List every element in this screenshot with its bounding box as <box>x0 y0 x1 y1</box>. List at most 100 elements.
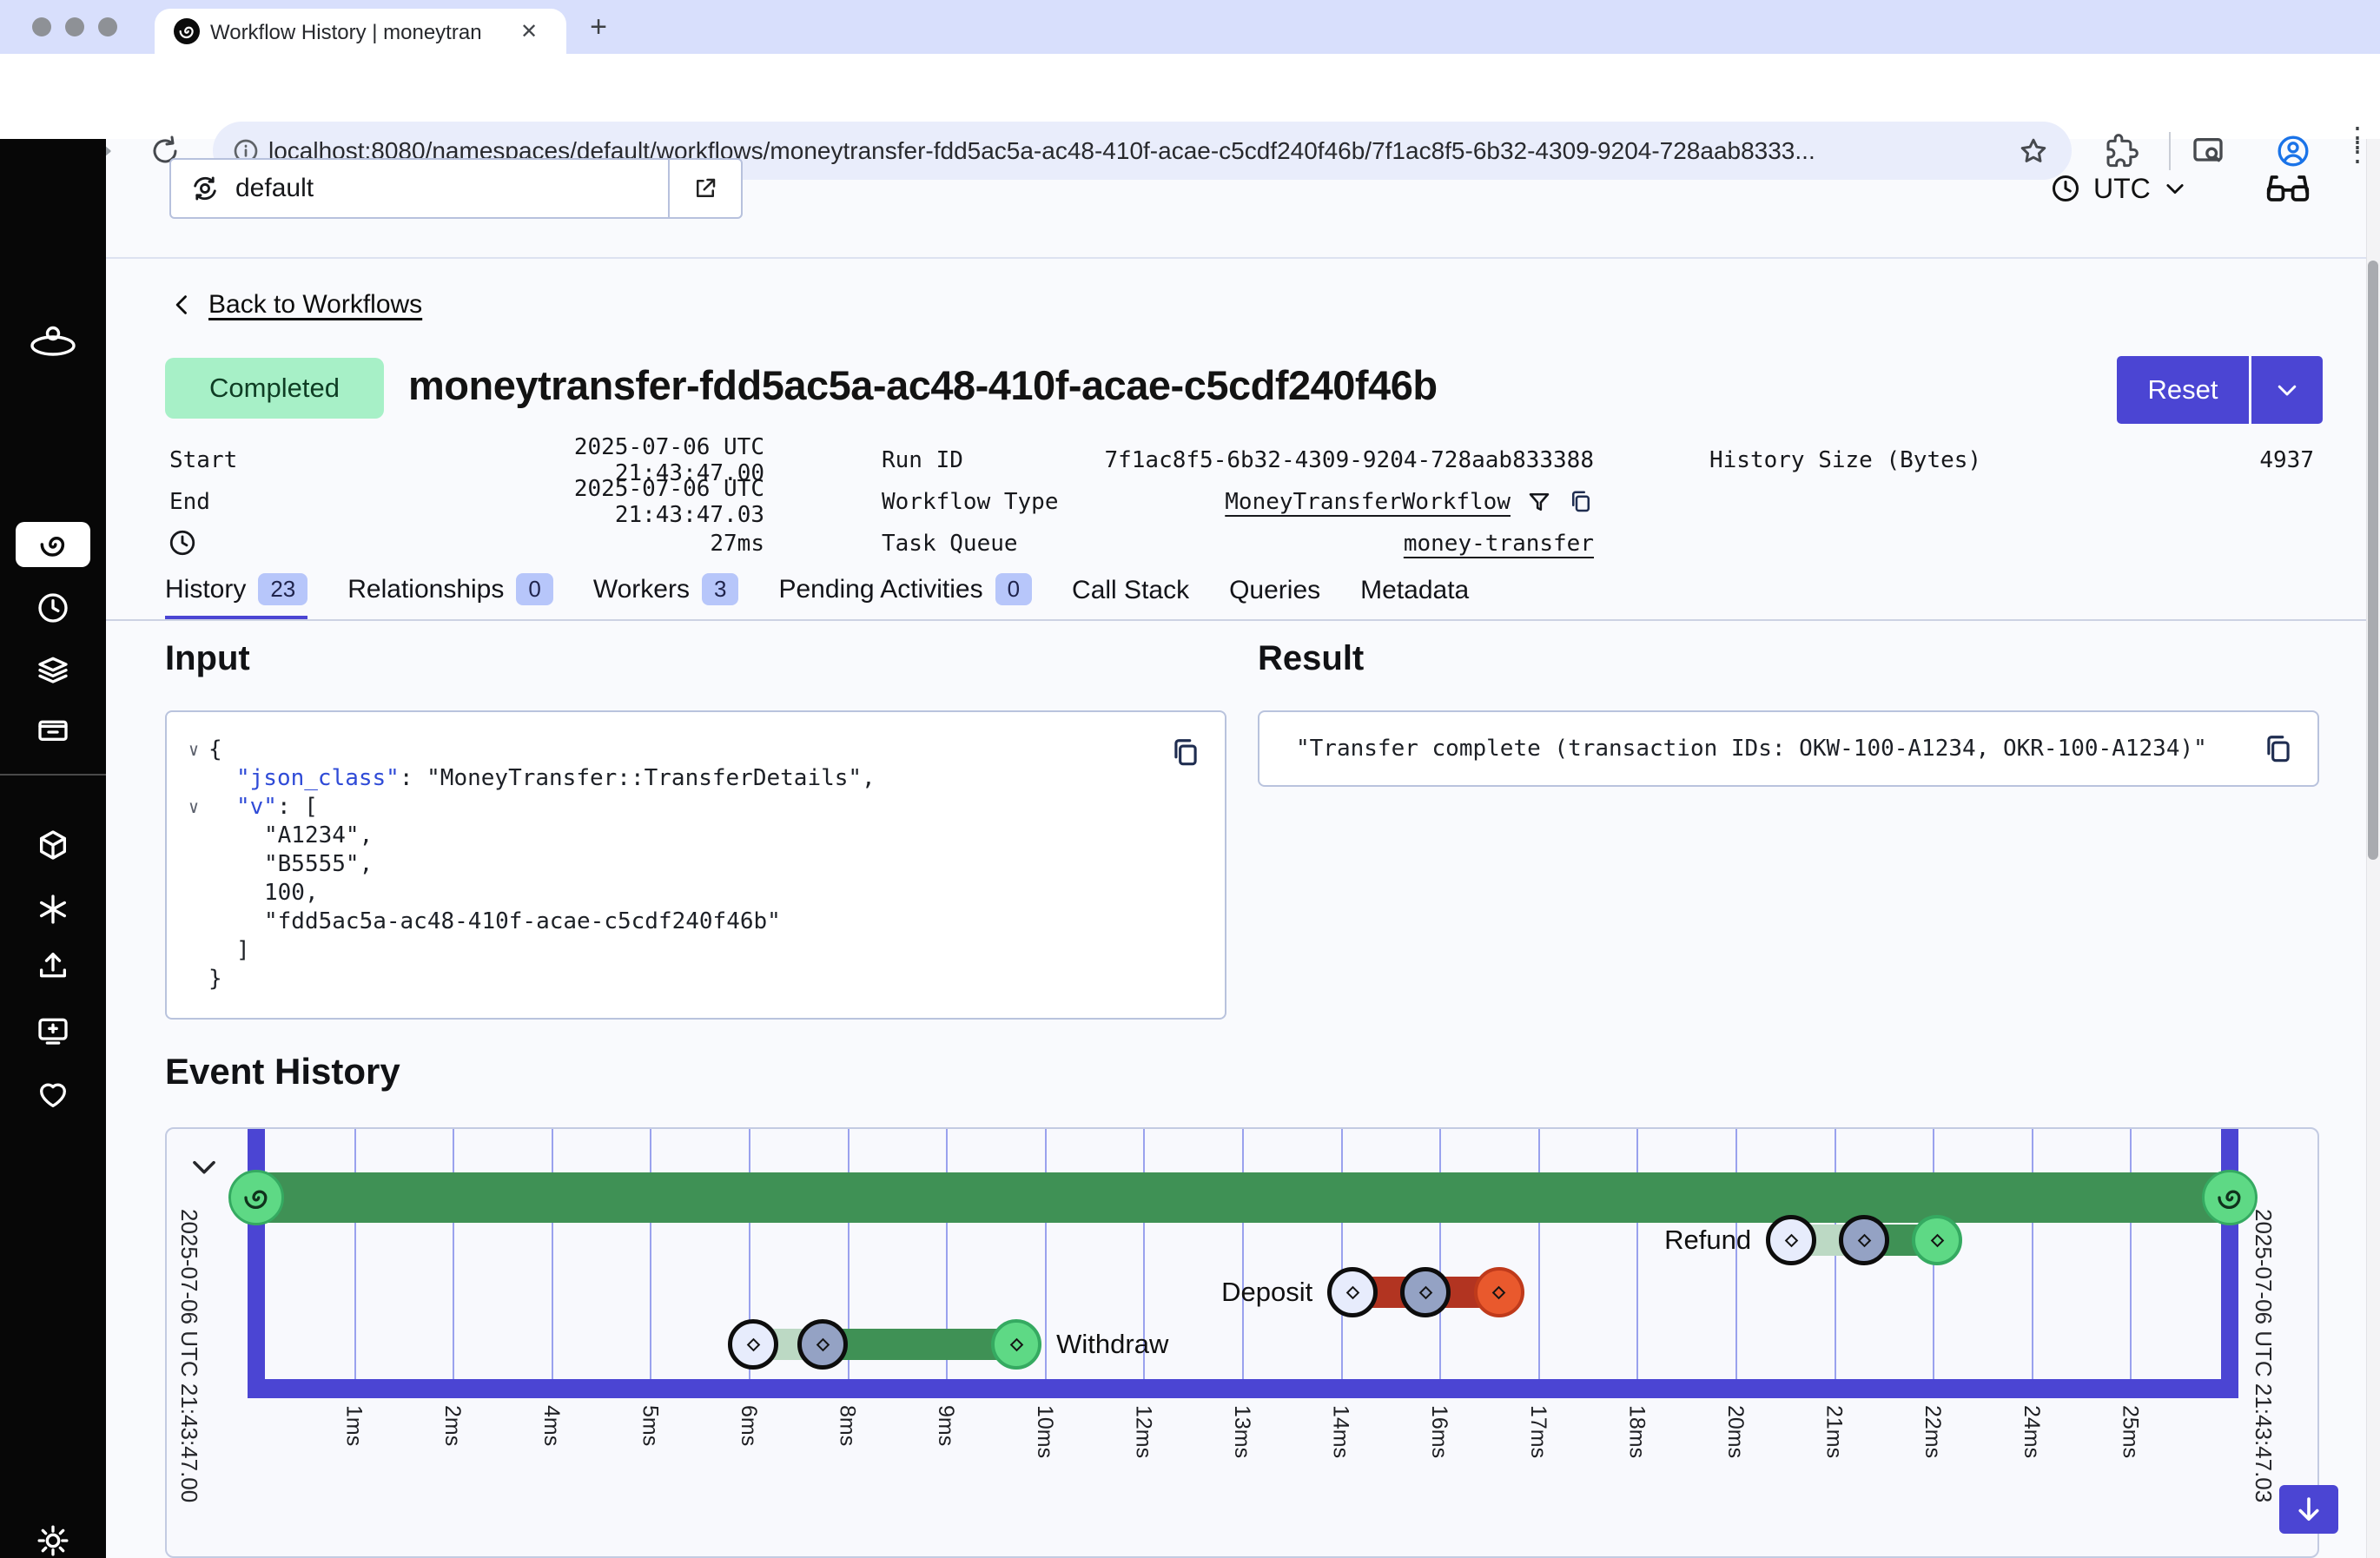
json-line: "A1234", <box>179 821 1164 849</box>
activity-label: Refund <box>1664 1225 1751 1256</box>
bookmark-star-icon[interactable] <box>2018 135 2049 167</box>
page-scrollbar-thumb[interactable] <box>2368 261 2378 860</box>
json-token: "B5555", <box>264 851 373 877</box>
activity-closed-event[interactable] <box>1912 1215 1962 1265</box>
activity-scheduled-event[interactable] <box>1766 1215 1816 1265</box>
tab-call-stack[interactable]: Call Stack <box>1072 576 1189 620</box>
tab-metadata[interactable]: Metadata <box>1360 576 1469 620</box>
extensions-icon[interactable] <box>2104 134 2139 168</box>
tab-queries[interactable]: Queries <box>1229 576 1320 620</box>
reset-button[interactable]: Reset <box>2117 356 2249 424</box>
collapse-icon[interactable]: ∨ <box>179 796 208 817</box>
timeline-tick-label: 14ms <box>1328 1405 1353 1458</box>
tab-workers[interactable]: Workers 3 <box>593 573 739 620</box>
activity-scheduled-event[interactable] <box>728 1319 778 1370</box>
timezone-selector[interactable]: UTC <box>2050 165 2187 212</box>
json-token: "v" <box>236 794 277 820</box>
namespace-open-icon[interactable] <box>668 160 741 217</box>
json-line: ∨ "v": [ <box>179 792 1164 821</box>
activity-started-event[interactable] <box>1839 1215 1889 1265</box>
timeline-tick-label: 22ms <box>1920 1405 1945 1458</box>
sidebar-item-batch-operations[interactable] <box>36 710 70 745</box>
traffic-light-zoom[interactable] <box>98 17 117 36</box>
timeline-gridline <box>650 1129 651 1379</box>
browser-tab[interactable]: Workflow History | moneytran ✕ <box>155 9 566 54</box>
tab-relationships[interactable]: Relationships0 <box>347 573 553 620</box>
tab-history[interactable]: History23 <box>165 573 307 620</box>
chevron-left-icon <box>170 293 195 317</box>
activity-closed-event[interactable] <box>1474 1267 1524 1317</box>
filter-icon[interactable] <box>1526 489 1552 515</box>
temporal-logo[interactable] <box>27 321 79 365</box>
json-line: 100, <box>179 878 1164 907</box>
browser-toolbar: localhost:8080/namespaces/default/workfl… <box>0 54 2380 139</box>
labs-glasses-icon[interactable] <box>2265 170 2311 207</box>
topbar-divider <box>106 257 2380 259</box>
copy-icon[interactable] <box>1169 736 1202 769</box>
json-token: : "MoneyTransfer::TransferDetails", <box>400 765 876 791</box>
timeline-gridline <box>354 1129 356 1379</box>
sidebar-item-namespaces[interactable] <box>36 828 70 862</box>
activity-started-event[interactable] <box>797 1319 848 1370</box>
input-heading: Input <box>165 639 250 678</box>
clock-icon <box>2050 173 2081 204</box>
sidebar-item-import[interactable] <box>36 948 70 983</box>
activity-started-event[interactable] <box>1400 1267 1451 1317</box>
json-token: "json_class" <box>236 765 400 791</box>
tab-title: Workflow History | moneytran <box>210 21 502 45</box>
activity-scheduled-event[interactable] <box>1327 1267 1378 1317</box>
timeline-gridline <box>2032 1129 2033 1379</box>
workflow-type-link[interactable]: MoneyTransferWorkflow <box>1225 489 1511 515</box>
history-size-label: History Size (Bytes) <box>1709 439 1981 481</box>
sidebar-item-schedules[interactable] <box>36 591 70 625</box>
namespace-value: default <box>235 174 314 203</box>
workflow-start-event[interactable] <box>228 1170 284 1225</box>
json-token: "A1234", <box>264 822 373 848</box>
tab-count-badge: 3 <box>702 573 738 605</box>
chevron-down-icon <box>2274 377 2300 403</box>
workflow-end-event[interactable] <box>2202 1170 2258 1225</box>
task-queue-link[interactable]: money-transfer <box>1246 523 1594 564</box>
traffic-light-minimize[interactable] <box>65 17 84 36</box>
timeline-gridline <box>552 1129 553 1379</box>
input-card: ∨{"json_class": "MoneyTransfer::Transfer… <box>165 710 1226 1020</box>
reset-menu-button[interactable] <box>2251 356 2323 424</box>
timeline-tick-label: 12ms <box>1130 1405 1155 1458</box>
tab-pending-activities[interactable]: Pending Activities 0 <box>778 573 1032 620</box>
tab-count-badge: 0 <box>995 573 1032 605</box>
copy-icon[interactable] <box>1568 489 1594 515</box>
activity-duration-bar <box>823 1329 1016 1360</box>
theme-toggle-icon[interactable] <box>36 1523 70 1558</box>
sidebar-item-deployments[interactable] <box>36 651 70 686</box>
activity-closed-event[interactable] <box>991 1319 1041 1370</box>
traffic-light-close[interactable] <box>32 17 51 36</box>
back-to-workflows-link[interactable]: Back to Workflows <box>170 290 422 320</box>
timeline-tick-label: 9ms <box>933 1405 958 1446</box>
profile-icon[interactable] <box>2276 134 2311 168</box>
json-token: : [ <box>277 794 318 820</box>
namespace-selector[interactable]: default <box>169 158 743 219</box>
collapse-icon[interactable]: ∨ <box>179 739 208 760</box>
scroll-to-bottom-button[interactable] <box>2279 1485 2338 1534</box>
copy-icon[interactable] <box>2262 733 2295 766</box>
tab-count-badge: 0 <box>516 573 552 605</box>
timeline-gridline <box>2130 1129 2132 1379</box>
sidebar-item-support[interactable] <box>36 1077 70 1112</box>
timeline-tick-label: 4ms <box>539 1405 564 1446</box>
sidebar-item-feedback[interactable] <box>36 1013 70 1047</box>
tab-label: Pending Activities <box>778 575 982 604</box>
timeline-gridline <box>1045 1129 1047 1379</box>
tab-label: Workers <box>593 575 690 604</box>
sidebar-item-workflows[interactable] <box>16 522 90 567</box>
task-queue-label: Task Queue <box>882 523 1018 564</box>
search-tabs-icon[interactable] <box>2191 134 2225 168</box>
timeline-tick-label: 25ms <box>2117 1405 2142 1458</box>
new-tab-button[interactable]: + <box>584 12 613 42</box>
marker-diamond-icon <box>816 1337 830 1351</box>
sidebar-item-nexus[interactable] <box>36 892 70 927</box>
end-value: 2025-07-06 UTC 21:43:47.03 <box>417 481 764 523</box>
json-token: } <box>208 966 222 992</box>
timeline-tick-label: 13ms <box>1229 1405 1254 1458</box>
marker-diamond-icon <box>1784 1233 1798 1247</box>
tab-close-icon[interactable]: ✕ <box>518 21 540 43</box>
